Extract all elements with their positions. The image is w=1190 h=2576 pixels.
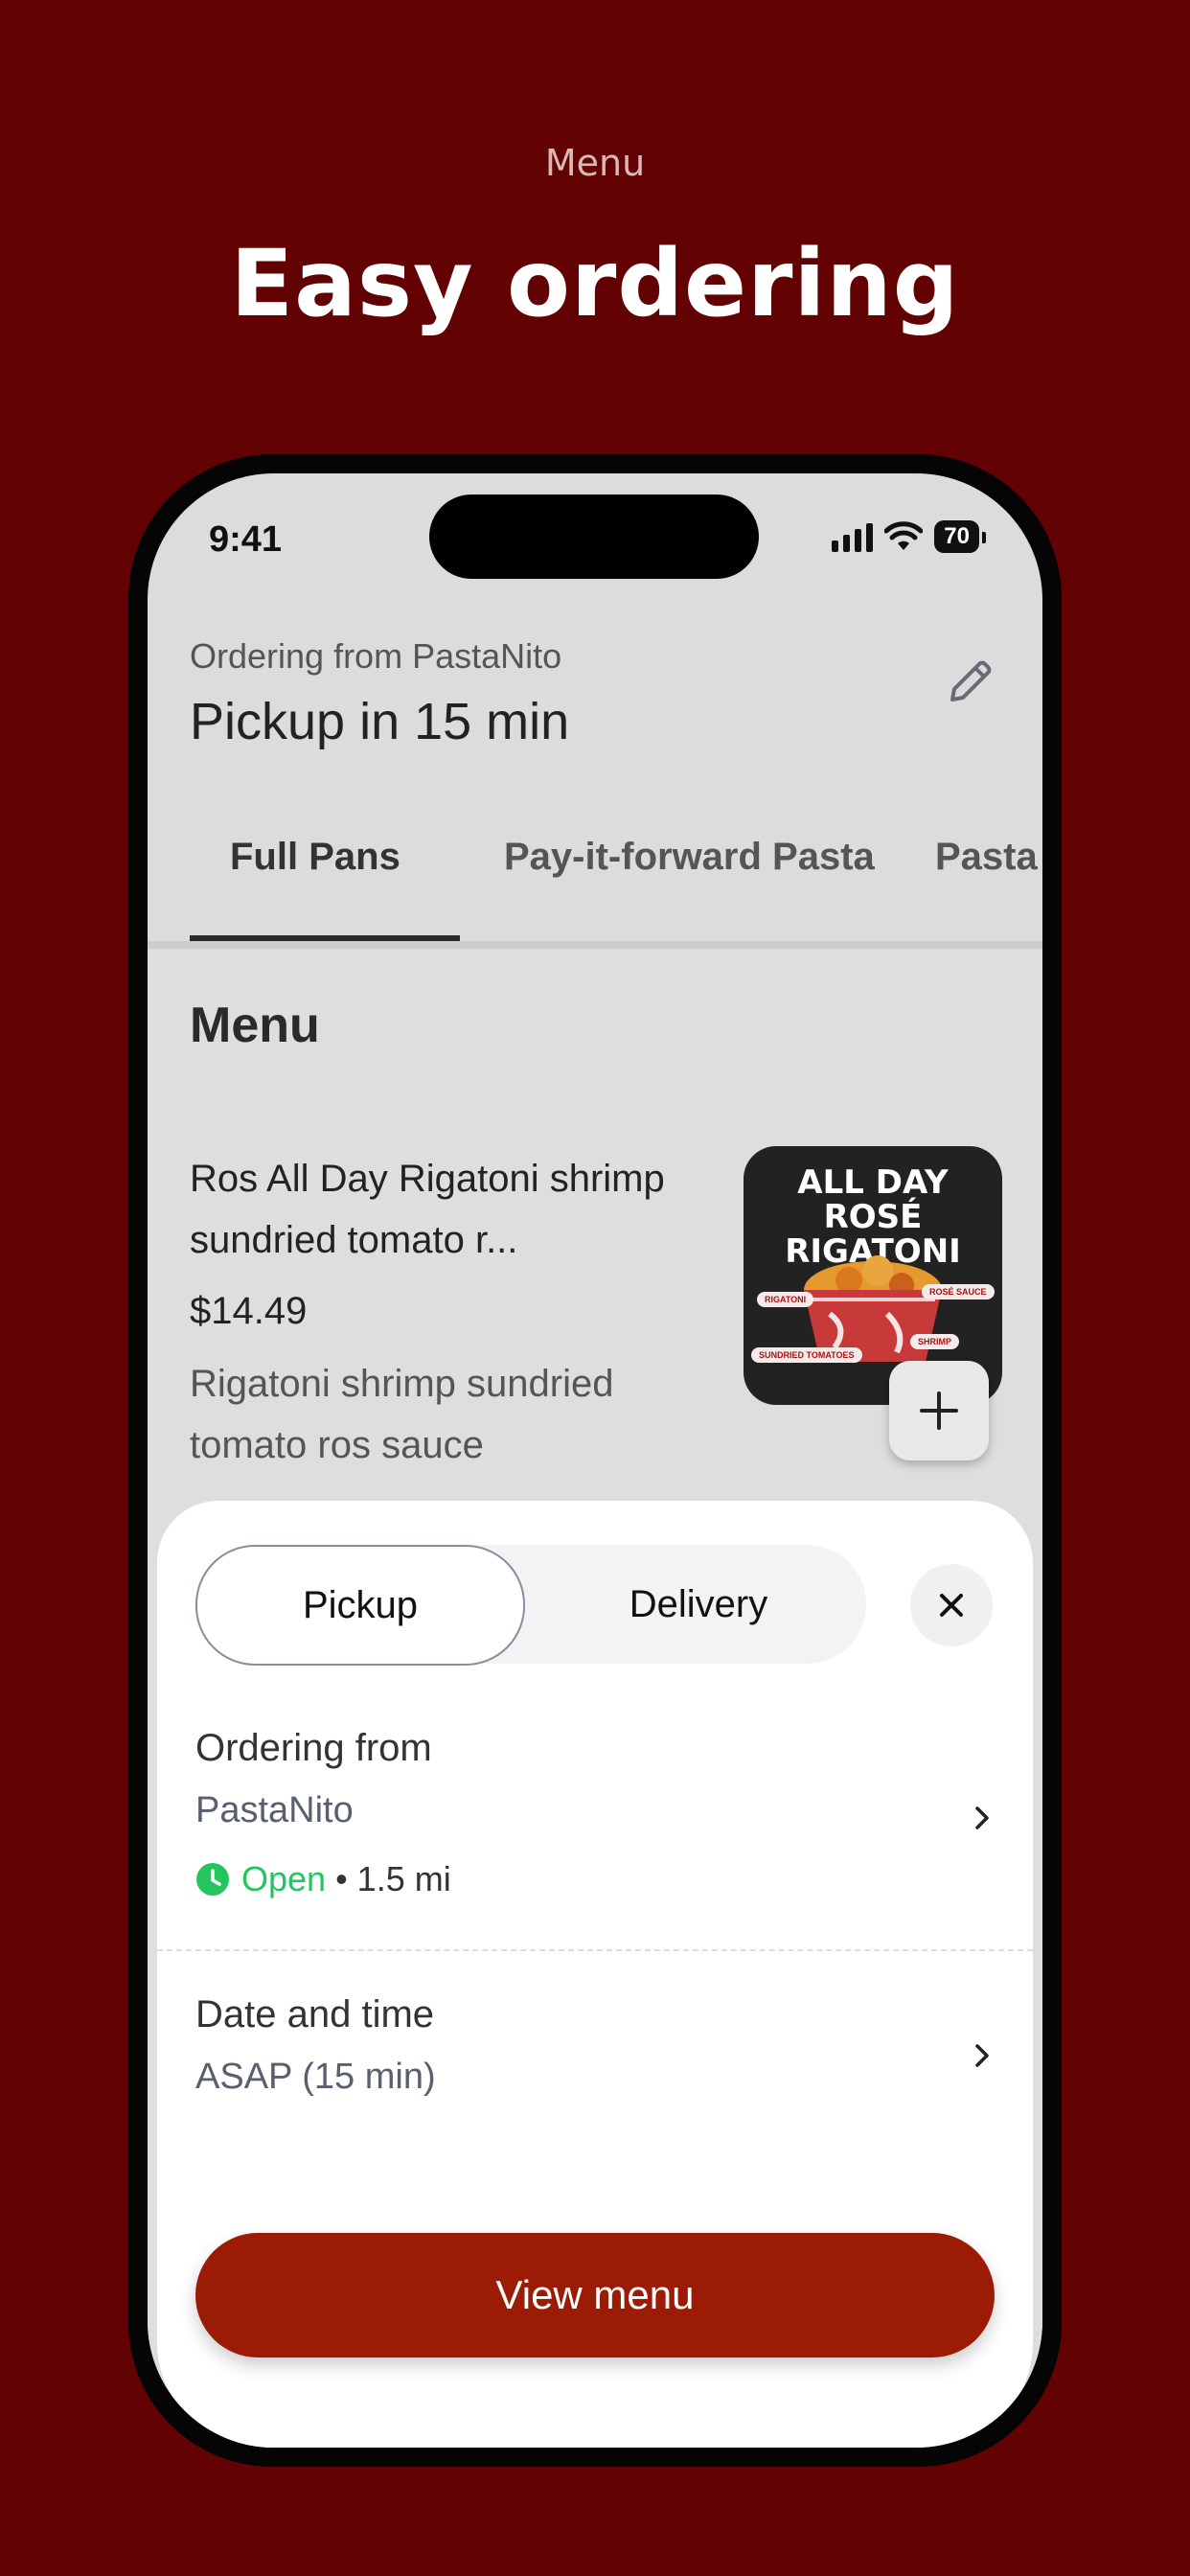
fulfillment-toggle: Pickup Delivery (195, 1545, 866, 1666)
item-price: $14.49 (190, 1290, 308, 1332)
status-icons: 70 (832, 518, 986, 556)
plus-icon (920, 1392, 958, 1430)
date-time-label: Date and time (195, 1993, 435, 2036)
item-name[interactable]: Ros All Day Rigatoni shrimp sundried tom… (190, 1148, 688, 1271)
view-menu-button[interactable]: View menu (195, 2233, 995, 2358)
tab-pasta[interactable]: Pasta (935, 836, 1038, 879)
item-description: Rigatoni shrimp sundried tomato ros sauc… (190, 1363, 614, 1466)
hero-subtitle: Menu (544, 142, 646, 184)
image-label: ROSÉ SAUCE (922, 1284, 995, 1300)
restaurant-name[interactable]: PastaNito (195, 1790, 354, 1831)
tabs-divider (148, 941, 1042, 949)
image-label: SHRIMP (910, 1334, 960, 1349)
hero-title: Easy ordering (230, 230, 960, 337)
chevron-right-icon[interactable] (970, 2043, 995, 2068)
open-status: Open (241, 1859, 327, 1898)
order-options-sheet: Pickup Delivery Ordering from PastaNito (157, 1501, 1033, 2448)
close-button[interactable] (910, 1564, 993, 1646)
chevron-right-icon[interactable] (970, 1806, 995, 1830)
section-divider (157, 1949, 1033, 1951)
distance-text: • 1.5 mi (335, 1859, 451, 1898)
pickup-time-title: Pickup in 15 min (190, 693, 570, 750)
phone-screen: 9:41 70 Ordering from PastaNito Pickup i… (148, 473, 1042, 2448)
signal-icon (832, 521, 874, 552)
pickup-option[interactable]: Pickup (195, 1545, 525, 1666)
battery-indicator: 70 (934, 520, 986, 553)
add-item-button[interactable] (889, 1361, 989, 1460)
menu-heading: Menu (190, 998, 320, 1053)
category-tabs: Full Pans Pay-it-forward Pasta Pasta (148, 813, 1042, 945)
clock-icon (196, 1863, 229, 1896)
ordering-from-text: Ordering from PastaNito (190, 636, 562, 676)
delivery-option[interactable]: Delivery (531, 1545, 866, 1664)
image-label: SUNDRIED TOMATOES (751, 1347, 862, 1363)
restaurant-status: Open • 1.5 mi (195, 1859, 451, 1899)
phone-frame: 9:41 70 Ordering from PastaNito Pickup i… (128, 454, 1062, 2467)
tab-full-pans[interactable]: Full Pans (230, 836, 400, 879)
close-icon (940, 1594, 963, 1617)
wifi-icon (884, 521, 924, 550)
status-time: 9:41 (209, 519, 283, 560)
tab-pay-it-forward[interactable]: Pay-it-forward Pasta (504, 836, 875, 879)
ordering-from-label: Ordering from (195, 1727, 432, 1769)
date-time-value[interactable]: ASAP (15 min) (195, 2057, 436, 2098)
pencil-icon[interactable] (941, 654, 998, 711)
image-label: RIGATONI (757, 1292, 814, 1307)
dynamic-island (429, 494, 759, 579)
